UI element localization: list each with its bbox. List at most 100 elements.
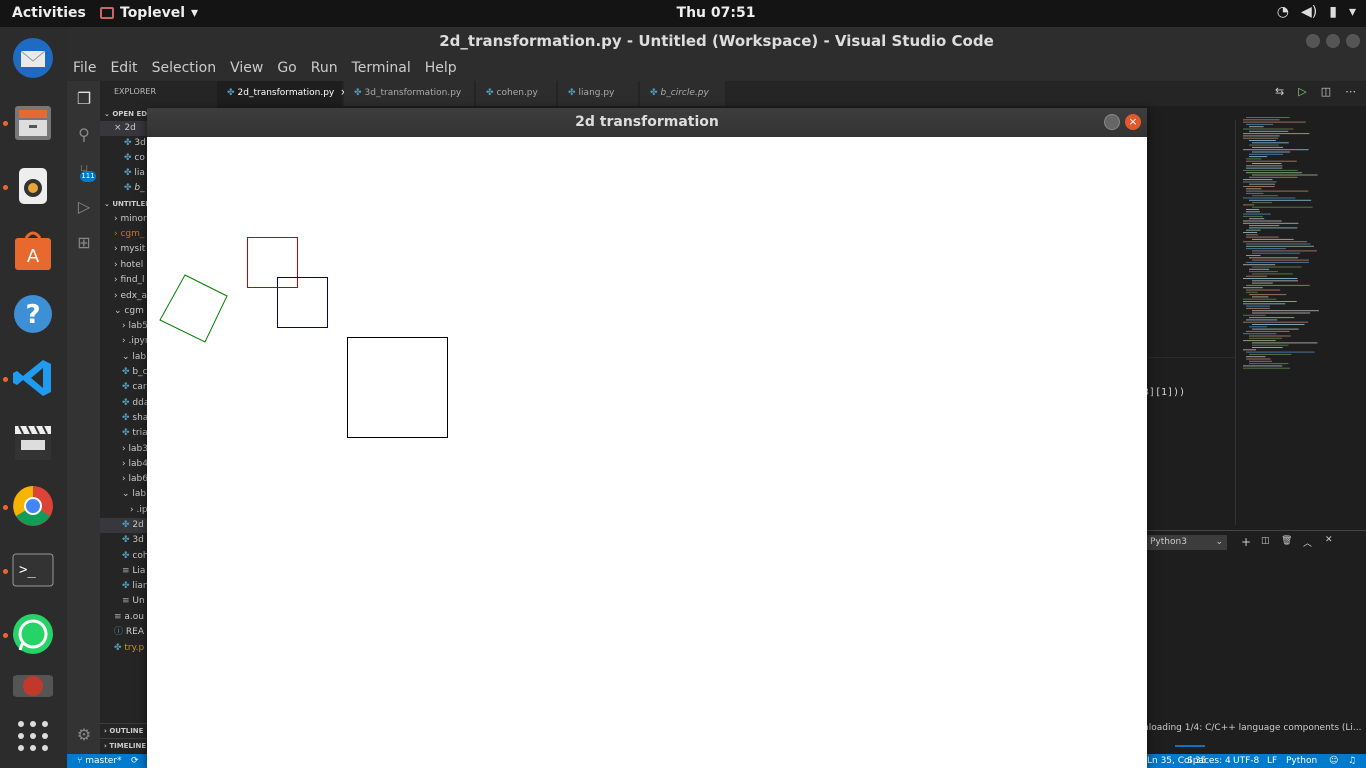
download-notification: nloading 1/4: C/C++ language components … [1143, 723, 1362, 733]
svg-text:A: A [27, 246, 40, 267]
minimap-line [1243, 367, 1291, 369]
tab-b-circle[interactable]: ✤ b_circle.py [640, 81, 726, 106]
menu-run[interactable]: Run [311, 55, 338, 81]
minimap-line [1249, 337, 1283, 339]
minimap-line [1243, 241, 1307, 243]
minimap-line [1246, 190, 1309, 192]
tab-3d-transformation[interactable]: ✤ 3d_transformation.py [344, 81, 475, 106]
menu-edit[interactable]: Edit [110, 55, 137, 81]
close-button[interactable] [1346, 34, 1360, 48]
minimap-line [1249, 335, 1291, 337]
translated-square [277, 277, 328, 328]
menu-go[interactable]: Go [277, 55, 296, 81]
minimap-line [1249, 294, 1287, 296]
python-file-icon: ✤ [354, 88, 362, 98]
minimap-line [1246, 234, 1258, 236]
svg-text:?: ? [25, 300, 40, 330]
branch-indicator[interactable]: ⑂ master* [77, 754, 122, 768]
menu-selection[interactable]: Selection [152, 55, 217, 81]
feedback-icon[interactable]: ☺ [1329, 754, 1338, 768]
extensions-icon[interactable]: ⊞ [74, 233, 94, 253]
whatsapp-icon[interactable] [10, 611, 56, 657]
minimap-line [1252, 146, 1284, 148]
maximize-panel-icon[interactable]: ︿ [1303, 536, 1312, 549]
minimap-line [1246, 192, 1264, 194]
software-center-icon[interactable]: A [10, 227, 56, 273]
minimap-line [1246, 261, 1309, 263]
minimap-line [1252, 312, 1311, 314]
minimap-line [1252, 142, 1289, 144]
explorer-title: EXPLORER [114, 87, 156, 96]
minimize-button[interactable] [1104, 114, 1120, 130]
close-icon: × [1128, 115, 1138, 128]
minimap-line [1249, 199, 1312, 201]
menu-file[interactable]: File [73, 55, 96, 81]
minimap-line [1252, 324, 1305, 325]
app-icon[interactable] [10, 675, 56, 697]
minimap-line [1246, 160, 1297, 162]
minimap-line [1246, 307, 1270, 309]
explorer-icon[interactable]: ❐ [74, 89, 94, 109]
run-file-icon[interactable]: ▷ [1298, 85, 1306, 98]
clock[interactable]: Thu 07:51 [0, 5, 1366, 21]
menu-terminal[interactable]: Terminal [352, 55, 411, 81]
thunderbird-icon[interactable] [10, 35, 56, 81]
terminal-select[interactable]: Python3 ⌄ [1147, 535, 1227, 550]
tk-toplevel-window: 2d transformation × [147, 108, 1147, 768]
source-control-badge: 111 [80, 171, 96, 182]
terminal-panel-header: Python3 ⌄ + ◫ 🗑 ︿ ✕ [1147, 533, 1366, 551]
tab-2d-transformation[interactable]: ✤2d_transformation.py× [217, 81, 348, 106]
close-button[interactable]: × [1125, 114, 1141, 130]
menu-view[interactable]: View [230, 55, 263, 81]
add-terminal-icon[interactable]: + [1241, 535, 1251, 549]
maximize-button[interactable] [1326, 34, 1340, 48]
minimap-line [1252, 282, 1273, 284]
rhythmbox-icon[interactable] [10, 163, 56, 209]
gear-icon[interactable]: ⚙ [74, 725, 94, 745]
show-applications-icon[interactable] [10, 713, 56, 759]
minimap-line [1246, 167, 1283, 169]
minimap-line [1246, 172, 1302, 174]
vscode-icon[interactable] [10, 355, 56, 401]
minimap-line [1246, 358, 1271, 360]
minimap-line [1246, 243, 1311, 245]
language-mode[interactable]: Python [1286, 754, 1317, 768]
minimap-line [1246, 330, 1290, 332]
encoding[interactable]: UTF-8 [1233, 754, 1259, 768]
close-panel-icon[interactable]: ✕ [1325, 535, 1333, 545]
split-terminal-icon[interactable]: ◫ [1261, 536, 1270, 546]
minimap-line [1252, 195, 1278, 197]
sync-icon[interactable]: ⟳ [131, 754, 139, 768]
minimap-line [1243, 204, 1255, 206]
minimap-line [1243, 321, 1309, 323]
more-actions-icon[interactable]: ⋯ [1345, 85, 1356, 98]
bell-icon[interactable]: ♫ [1348, 754, 1356, 768]
end-of-line[interactable]: LF [1267, 754, 1277, 768]
minimap-line [1252, 280, 1298, 282]
menu-help[interactable]: Help [425, 55, 457, 81]
indentation[interactable]: Spaces: 4 [1187, 754, 1231, 768]
minimize-button[interactable] [1306, 34, 1320, 48]
tab-cohen[interactable]: ✤ cohen.py [476, 81, 557, 106]
minimap-line [1243, 128, 1294, 130]
chrome-icon[interactable] [10, 483, 56, 529]
svg-text:>_: >_ [19, 562, 36, 578]
terminal-icon[interactable]: >_ [10, 547, 56, 593]
dock: A ? >_ [0, 27, 67, 768]
tab-liang[interactable]: ✤ liang.py [558, 81, 639, 106]
compare-icon[interactable]: ⇆ [1275, 85, 1284, 98]
minimap-line [1243, 121, 1306, 123]
minimap-line [1243, 222, 1299, 224]
clapper-video-icon[interactable] [10, 419, 56, 465]
minimap-line [1246, 211, 1260, 213]
run-debug-icon[interactable]: ▷ [74, 197, 94, 217]
minimap-line [1243, 149, 1309, 151]
tk-titlebar[interactable]: 2d transformation [147, 108, 1147, 137]
split-editor-icon[interactable]: ◫ [1321, 85, 1331, 98]
trash-icon[interactable]: 🗑 [1281, 536, 1292, 546]
search-icon[interactable]: ⚲ [74, 125, 94, 145]
files-icon[interactable] [10, 99, 56, 145]
help-icon[interactable]: ? [10, 291, 56, 337]
minimap-line [1246, 319, 1278, 321]
system-tray[interactable]: ◔ ◀) ▮ ▾ [1277, 4, 1356, 20]
